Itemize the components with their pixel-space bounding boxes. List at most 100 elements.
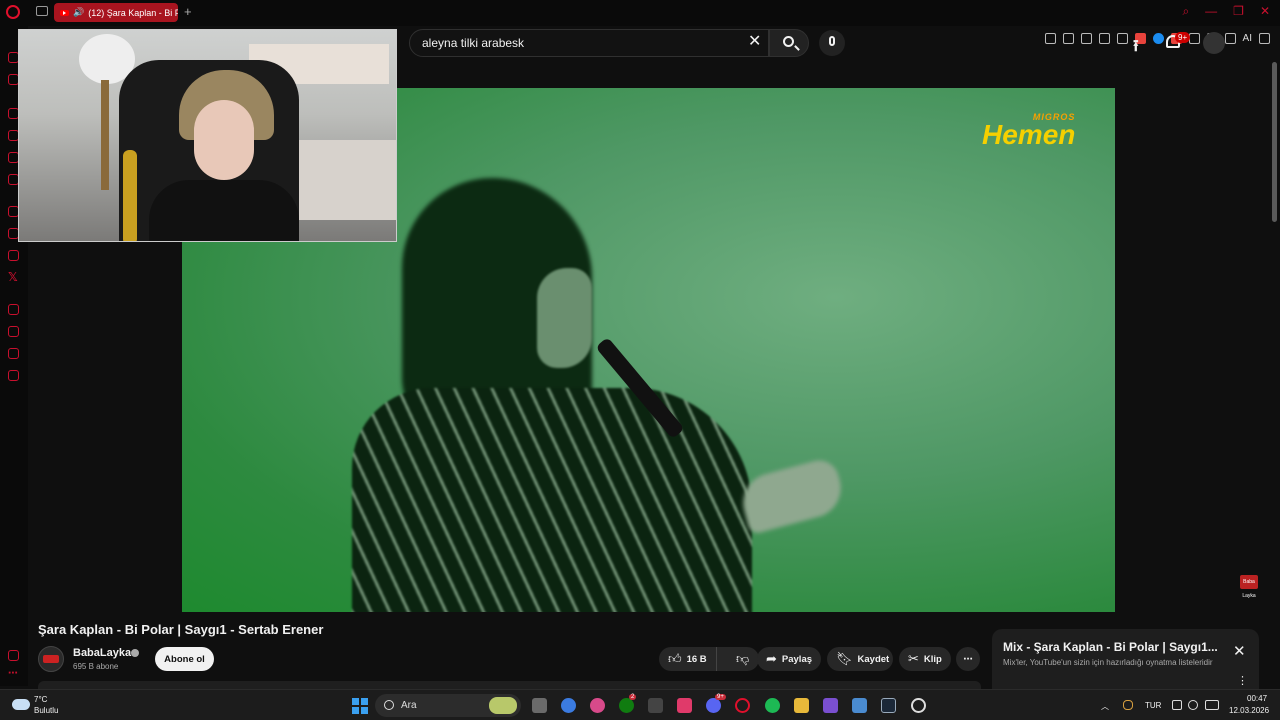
like-button[interactable]: 👍︎ 16 B: [659, 647, 717, 671]
download-icon[interactable]: [1224, 33, 1236, 44]
bookmark-icon: 🔖︎: [836, 651, 853, 666]
search-highlight-icon: [489, 697, 517, 714]
video-title: Şara Kaplan - Bi Polar | Saygı1 - Sertab…: [38, 622, 324, 637]
store-icon[interactable]: [648, 698, 663, 713]
search-input[interactable]: aleyna tilki arabesk: [409, 29, 769, 57]
xbox-icon[interactable]: [619, 698, 634, 713]
opera-gx-taskbar-icon[interactable]: [735, 698, 750, 713]
taskbar-search-box[interactable]: Ara: [375, 694, 521, 717]
youtube-favicon-icon: [60, 9, 69, 16]
thumbs-up-icon: 👍︎: [668, 651, 682, 666]
video-frame-hand: [736, 455, 848, 536]
microphone-tray-icon[interactable]: [1123, 700, 1133, 710]
save-label: Kaydet: [857, 653, 890, 665]
mix-close-icon[interactable]: ✕: [1233, 644, 1246, 659]
history-icon[interactable]: [8, 326, 19, 337]
clock-time[interactable]: 00:47: [1247, 694, 1267, 703]
clock-date[interactable]: 12.03.2026: [1229, 706, 1269, 715]
search-clear-icon[interactable]: ✕: [748, 34, 761, 50]
opera-logo-icon[interactable]: [6, 5, 20, 19]
taskbar-search-placeholder: Ara: [401, 700, 417, 711]
scrollbar-thumb[interactable]: [1272, 62, 1277, 222]
pin-icon[interactable]: [1044, 33, 1056, 44]
close-window-icon[interactable]: ✕: [1260, 4, 1270, 19]
volume-tray-icon[interactable]: [1188, 700, 1198, 710]
channel-watermark-logo[interactable]: Baba Layka: [1240, 575, 1258, 599]
photos-icon[interactable]: [590, 698, 605, 713]
network-tray-icon[interactable]: [1172, 700, 1182, 710]
speaker-icon[interactable]: 🔊: [73, 7, 84, 18]
subscriber-count: 695 B abone: [73, 662, 119, 671]
start-tile: [361, 707, 368, 714]
subscribe-button[interactable]: Abone ol: [155, 647, 214, 671]
maximize-icon[interactable]: ❐: [1233, 4, 1244, 19]
task-view-icon[interactable]: [532, 698, 547, 713]
channel-name[interactable]: BabaLayka: [73, 647, 131, 659]
app-purple-icon[interactable]: [823, 698, 838, 713]
settings-icon[interactable]: [8, 370, 19, 381]
search-button[interactable]: [769, 29, 809, 57]
create-upload-icon[interactable]: ⭱: [1133, 35, 1139, 62]
start-button[interactable]: [352, 698, 368, 714]
obs-icon[interactable]: [911, 698, 926, 713]
gx-icon[interactable]: [8, 650, 19, 661]
webcam-chair-accent: [123, 150, 137, 241]
clip-button[interactable]: ✂ Klip: [899, 647, 951, 671]
more-actions-button[interactable]: ⋯: [956, 647, 980, 671]
description-box[interactable]: [38, 681, 981, 689]
spotify-icon[interactable]: [765, 698, 780, 713]
weather-cloud-icon[interactable]: [12, 699, 30, 710]
ai-button[interactable]: AI: [1243, 33, 1252, 44]
browser-tab-bar: 🔊 (12) Şara Kaplan - Bi P + ⌕ — ❐ ✕: [0, 0, 1280, 26]
puzzle-icon[interactable]: [1188, 33, 1200, 44]
microphone-icon: [829, 36, 835, 46]
file-explorer-icon[interactable]: [794, 698, 809, 713]
snapshot-icon[interactable]: [1062, 33, 1074, 44]
search-tabs-icon[interactable]: ⌕: [1182, 4, 1189, 19]
battery-tray-icon[interactable]: [1205, 700, 1219, 710]
workspaces-icon[interactable]: [36, 6, 48, 16]
copilot-icon[interactable]: [561, 698, 576, 713]
xbox-badge: 2: [629, 694, 637, 700]
sidebar-more-icon[interactable]: ⋯: [8, 668, 18, 679]
search-icon: [783, 36, 794, 47]
share-icon: ➦: [766, 651, 777, 666]
network-app-icon[interactable]: [852, 698, 867, 713]
x-twitter-icon[interactable]: 𝕏: [8, 270, 18, 284]
mix-more-icon[interactable]: ⋮: [1237, 674, 1248, 687]
tab-title: (12) Şara Kaplan - Bi P: [88, 7, 178, 18]
weather-description[interactable]: Bulutlu: [34, 706, 58, 715]
flow-icon[interactable]: [8, 304, 19, 315]
weather-temperature[interactable]: 7°C: [34, 695, 47, 704]
account-avatar[interactable]: [1203, 32, 1225, 54]
dislike-button[interactable]: 👎︎: [722, 651, 749, 667]
new-tab-button[interactable]: +: [184, 4, 192, 19]
verified-icon: [131, 649, 139, 657]
page-scrollbar[interactable]: [1270, 52, 1280, 688]
browser-tab-active[interactable]: 🔊 (12) Şara Kaplan - Bi P: [54, 3, 178, 22]
save-button[interactable]: 🔖︎ Kaydet: [827, 647, 893, 671]
play-icon[interactable]: [1098, 33, 1110, 44]
voice-search-button[interactable]: [819, 30, 845, 56]
heart-icon[interactable]: [1116, 33, 1128, 44]
channel-avatar[interactable]: [38, 646, 64, 672]
more-icon: ⋯: [963, 653, 973, 665]
mix-title: Mix - Şara Kaplan - Bi Polar | Saygı1...: [1003, 640, 1218, 654]
like-dislike-group: 👍︎ 16 B 👎︎: [659, 647, 759, 671]
mix-playlist-panel[interactable]: Mix - Şara Kaplan - Bi Polar | Saygı1...…: [992, 629, 1259, 689]
instagram-icon[interactable]: [8, 250, 19, 261]
save-to-pocket-icon[interactable]: [1080, 33, 1092, 44]
browser-toolbar: AI: [1044, 33, 1270, 44]
figma-icon[interactable]: [677, 698, 692, 713]
steam-icon[interactable]: [881, 698, 896, 713]
share-button[interactable]: ➦ Paylaş: [757, 647, 821, 671]
discord-icon[interactable]: [706, 698, 721, 713]
video-frame-body: [352, 388, 752, 612]
tray-overflow-icon[interactable]: ︿: [1101, 701, 1109, 712]
extensions-icon[interactable]: [8, 348, 19, 359]
language-indicator[interactable]: TUR: [1145, 701, 1161, 710]
sponsor-logo: MIGROS Hemen: [982, 112, 1075, 149]
minimize-icon[interactable]: —: [1205, 4, 1217, 19]
extension-blue-icon[interactable]: [1152, 33, 1164, 44]
menu-icon[interactable]: [1259, 33, 1270, 44]
